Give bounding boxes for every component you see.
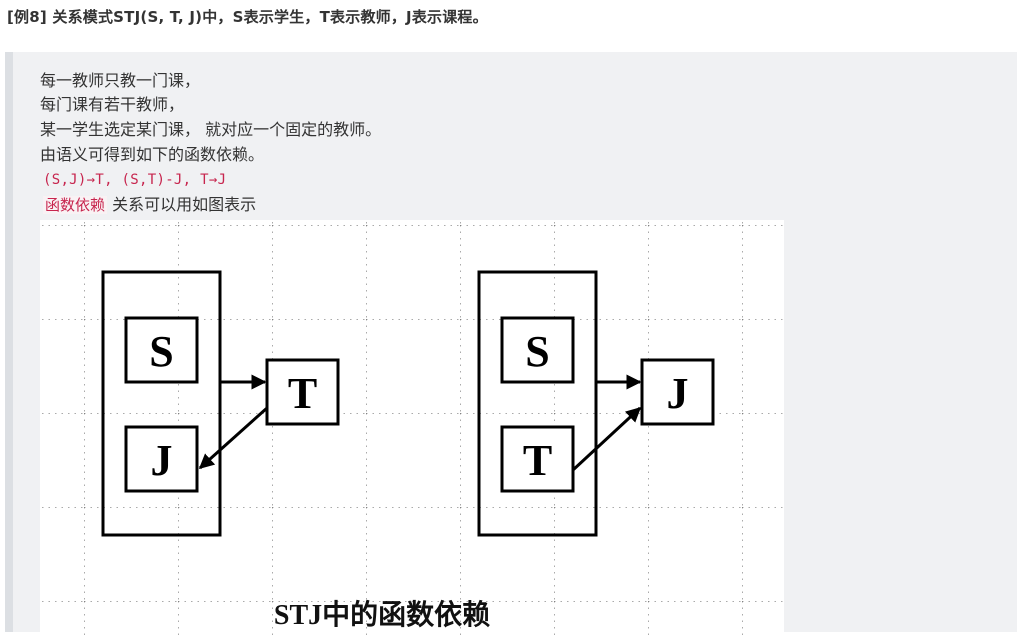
dependency-figure: S J T S T J STJ中的函数依赖 [40, 220, 784, 640]
text-line-1: 每一教师只教一门课， [40, 71, 201, 90]
figure-caption: STJ中的函数依赖 [274, 598, 490, 631]
dependency-code: (S,J)→T, (S,T)-J, T→J [43, 172, 227, 188]
left-label-j: J [151, 436, 173, 485]
left-label-s: S [149, 327, 173, 376]
right-label-s: S [525, 327, 549, 376]
text-line-3: 某一学生选定某门课， 就对应一个固定的教师。 [40, 120, 382, 139]
example-heading: [例8] 关系模式STJ(S, T, J)中，S表示学生，T表示教师，J表示课程… [7, 8, 488, 26]
right-label-t: T [523, 436, 552, 485]
tail-text: 关系可以用如图表示 [107, 195, 257, 214]
blockquote: 每一教师只教一门课， 每门课有若干教师， 某一学生选定某门课， 就对应一个固定的… [5, 52, 1017, 640]
text-line-6: 函数依赖 关系可以用如图表示 [43, 194, 256, 216]
text-line-4: 由语义可得到如下的函数依赖。 [40, 145, 265, 164]
left-label-t: T [288, 369, 317, 418]
text-line-2: 每门课有若干教师， [40, 95, 185, 114]
highlight-term: 函数依赖 [43, 196, 108, 214]
right-label-j: J [667, 369, 689, 418]
figure-svg: S J T S T J STJ中的函数依赖 [40, 220, 784, 640]
